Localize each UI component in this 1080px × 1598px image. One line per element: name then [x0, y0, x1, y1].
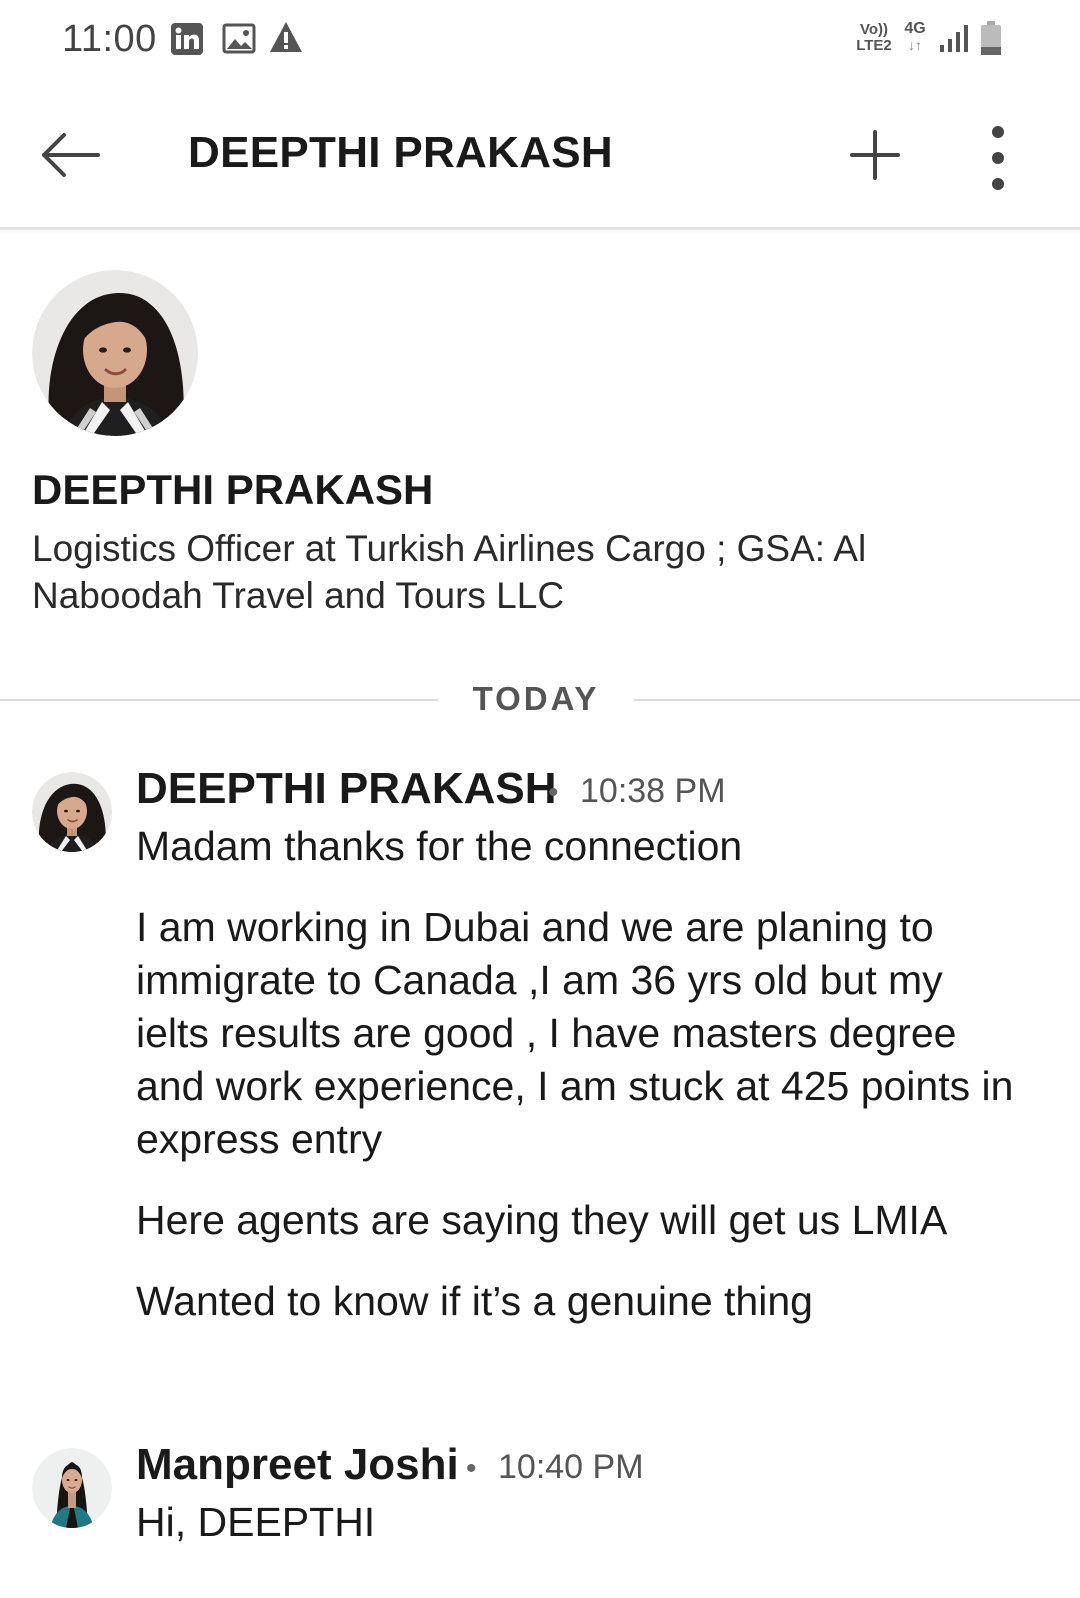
message-body[interactable]: Hi, DEEPTHI — [136, 1496, 1016, 1549]
message-timestamp: 10:40 PM — [498, 1448, 644, 1486]
message-body[interactable]: Madam thanks for the connection I am wor… — [136, 820, 1016, 1328]
date-divider-label: TODAY — [472, 680, 600, 717]
profile-headline: Logistics Officer at Turkish Airlines Ca… — [32, 528, 867, 616]
more-options-icon[interactable] — [976, 120, 1020, 196]
divider-line — [634, 699, 1080, 701]
volte-indicator: Vo)) LTE2 — [852, 22, 896, 54]
volte-top-label: Vo)) — [859, 21, 889, 38]
meta-separator: • — [548, 776, 559, 809]
message-paragraph: Here agents are saying they will get us … — [136, 1197, 948, 1243]
network-type-label: 4G — [904, 20, 926, 37]
status-bar: 11:00 Vo)) LTE2 4G ↓↑ — [0, 0, 1080, 84]
meta-separator: • — [466, 1452, 477, 1485]
sender-avatar[interactable] — [32, 772, 112, 852]
profile-avatar[interactable] — [32, 270, 198, 436]
profile-name[interactable]: DEEPTHI PRAKASH — [32, 466, 433, 514]
data-activity-arrows: ↓↑ — [908, 37, 922, 53]
status-time: 11:00 — [62, 18, 157, 60]
message-paragraph: Hi, DEEPTHI — [136, 1499, 376, 1545]
message-sender[interactable]: DEEPTHI PRAKASH — [136, 764, 557, 814]
message-timestamp: 10:38 PM — [580, 772, 726, 810]
divider-line — [0, 699, 438, 701]
app-bar: DEEPTHI PRAKASH — [0, 84, 1080, 230]
message-paragraph: Madam thanks for the connection — [136, 823, 743, 869]
conversation-title: DEEPTHI PRAKASH — [188, 128, 613, 177]
date-divider: TODAY — [0, 680, 1080, 720]
signal-strength-icon — [940, 25, 968, 52]
network-type-indicator: 4G ↓↑ — [900, 20, 930, 54]
message-paragraph: Wanted to know if it’s a genuine thing — [136, 1278, 813, 1324]
message-sender[interactable]: Manpreet Joshi — [136, 1440, 459, 1490]
back-arrow-icon[interactable] — [30, 120, 110, 190]
message-paragraph: I am working in Dubai and we are planing… — [136, 904, 1014, 1162]
linkedin-icon — [171, 23, 203, 55]
volte-bottom-label: LTE2 — [856, 37, 892, 54]
sender-avatar[interactable] — [32, 1448, 112, 1528]
image-icon — [222, 23, 256, 54]
add-participant-icon[interactable] — [840, 120, 910, 190]
warning-icon — [270, 22, 302, 52]
battery-icon — [981, 21, 1001, 55]
